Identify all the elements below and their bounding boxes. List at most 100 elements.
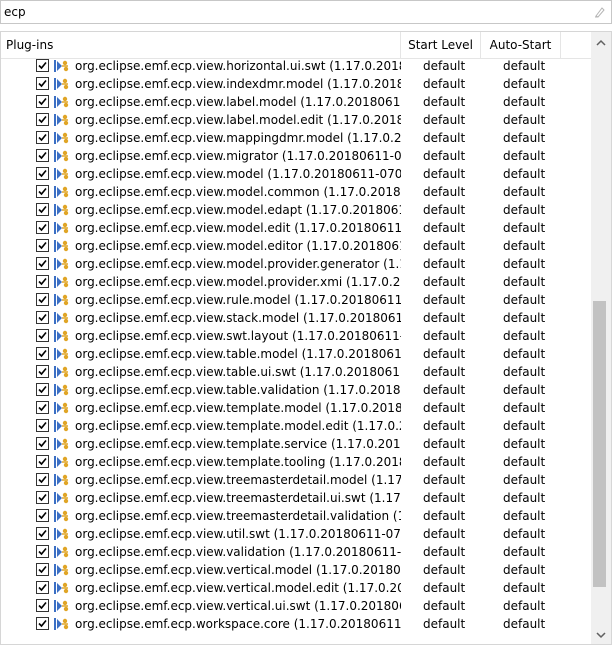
auto-start-value[interactable]: default (503, 597, 545, 615)
plugin-checkbox[interactable] (36, 419, 49, 432)
table-row[interactable]: org.eclipse.emf.ecp.view.table.model (1.… (1, 345, 591, 363)
start-level-value[interactable]: default (423, 435, 465, 453)
plugin-checkbox[interactable] (36, 401, 49, 414)
start-level-value[interactable]: default (423, 237, 465, 255)
start-level-value[interactable]: default (423, 453, 465, 471)
auto-start-value[interactable]: default (503, 381, 545, 399)
plugin-checkbox[interactable] (36, 311, 49, 324)
start-level-value[interactable]: default (423, 273, 465, 291)
plugin-checkbox[interactable] (36, 221, 49, 234)
table-row[interactable]: org.eclipse.emf.ecp.view.model.edit (1.1… (1, 219, 591, 237)
auto-start-value[interactable]: default (503, 201, 545, 219)
start-level-value[interactable]: default (423, 399, 465, 417)
table-row[interactable]: org.eclipse.emf.ecp.view.swt.layout (1.1… (1, 327, 591, 345)
auto-start-value[interactable]: default (503, 471, 545, 489)
start-level-value[interactable]: default (423, 201, 465, 219)
auto-start-value[interactable]: default (503, 75, 545, 93)
auto-start-value[interactable]: default (503, 417, 545, 435)
auto-start-value[interactable]: default (503, 579, 545, 597)
column-header-auto-start[interactable]: Auto-Start (481, 32, 561, 58)
column-header-plugins[interactable]: Plug-ins (1, 32, 401, 58)
table-row[interactable]: org.eclipse.emf.ecp.view.rule.model (1.1… (1, 291, 591, 309)
auto-start-value[interactable]: default (503, 489, 545, 507)
auto-start-value[interactable]: default (503, 237, 545, 255)
start-level-value[interactable]: default (423, 507, 465, 525)
plugin-checkbox[interactable] (36, 383, 49, 396)
auto-start-value[interactable]: default (503, 525, 545, 543)
auto-start-value[interactable]: default (503, 273, 545, 291)
auto-start-value[interactable]: default (503, 615, 545, 633)
plugin-checkbox[interactable] (36, 329, 49, 342)
auto-start-value[interactable]: default (503, 147, 545, 165)
start-level-value[interactable]: default (423, 561, 465, 579)
table-row[interactable]: org.eclipse.emf.ecp.view.horizontal.ui.s… (1, 57, 591, 75)
start-level-value[interactable]: default (423, 309, 465, 327)
start-level-value[interactable]: default (423, 327, 465, 345)
start-level-value[interactable]: default (423, 543, 465, 561)
table-row[interactable]: org.eclipse.emf.ecp.view.validation (1.1… (1, 543, 591, 561)
plugin-checkbox[interactable] (36, 77, 49, 90)
plugin-checkbox[interactable] (36, 473, 49, 486)
auto-start-value[interactable]: default (503, 309, 545, 327)
start-level-value[interactable]: default (423, 75, 465, 93)
auto-start-value[interactable]: default (503, 255, 545, 273)
table-row[interactable]: org.eclipse.emf.ecp.view.template.model.… (1, 417, 591, 435)
table-row[interactable]: org.eclipse.emf.ecp.view.template.toolin… (1, 453, 591, 471)
table-row[interactable]: org.eclipse.emf.ecp.view.label.model (1.… (1, 93, 591, 111)
table-row[interactable]: org.eclipse.emf.ecp.view.migrator (1.17.… (1, 147, 591, 165)
auto-start-value[interactable]: default (503, 435, 545, 453)
auto-start-value[interactable]: default (503, 219, 545, 237)
start-level-value[interactable]: default (423, 111, 465, 129)
plugin-checkbox[interactable] (36, 563, 49, 576)
auto-start-value[interactable]: default (503, 561, 545, 579)
table-row[interactable]: org.eclipse.emf.ecp.view.model.common (1… (1, 183, 591, 201)
plugin-checkbox[interactable] (36, 437, 49, 450)
plugin-checkbox[interactable] (36, 59, 49, 72)
table-row[interactable]: org.eclipse.emf.ecp.view.model.provider.… (1, 255, 591, 273)
table-row[interactable]: org.eclipse.emf.ecp.view.treemasterdetai… (1, 471, 591, 489)
table-row[interactable]: org.eclipse.emf.ecp.view.label.model.edi… (1, 111, 591, 129)
start-level-value[interactable]: default (423, 291, 465, 309)
plugin-checkbox[interactable] (36, 95, 49, 108)
start-level-value[interactable]: default (423, 93, 465, 111)
auto-start-value[interactable]: default (503, 327, 545, 345)
start-level-value[interactable]: default (423, 147, 465, 165)
table-row[interactable]: org.eclipse.emf.ecp.view.template.servic… (1, 435, 591, 453)
auto-start-value[interactable]: default (503, 93, 545, 111)
start-level-value[interactable]: default (423, 381, 465, 399)
table-row[interactable]: org.eclipse.emf.ecp.view.model.provider.… (1, 273, 591, 291)
auto-start-value[interactable]: default (503, 165, 545, 183)
table-row[interactable]: org.eclipse.emf.ecp.view.treemasterdetai… (1, 507, 591, 525)
vertical-scrollbar[interactable] (591, 32, 611, 644)
table-row[interactable]: org.eclipse.emf.ecp.view.table.ui.swt (1… (1, 363, 591, 381)
start-level-value[interactable]: default (423, 57, 465, 75)
scroll-down-arrow-icon[interactable] (595, 629, 607, 639)
table-row[interactable]: org.eclipse.emf.ecp.view.indexdmr.model … (1, 75, 591, 93)
table-row[interactable]: org.eclipse.emf.ecp.view.vertical.model … (1, 561, 591, 579)
auto-start-value[interactable]: default (503, 507, 545, 525)
plugin-checkbox[interactable] (36, 545, 49, 558)
start-level-value[interactable]: default (423, 615, 465, 633)
plugin-checkbox[interactable] (36, 257, 49, 270)
auto-start-value[interactable]: default (503, 363, 545, 381)
plugin-checkbox[interactable] (36, 131, 49, 144)
auto-start-value[interactable]: default (503, 111, 545, 129)
auto-start-value[interactable]: default (503, 57, 545, 75)
plugin-checkbox[interactable] (36, 185, 49, 198)
plugin-checkbox[interactable] (36, 149, 49, 162)
auto-start-value[interactable]: default (503, 183, 545, 201)
start-level-value[interactable]: default (423, 597, 465, 615)
start-level-value[interactable]: default (423, 345, 465, 363)
table-row[interactable]: org.eclipse.emf.ecp.view.model.editor (1… (1, 237, 591, 255)
plugin-checkbox[interactable] (36, 239, 49, 252)
plugin-checkbox[interactable] (36, 293, 49, 306)
start-level-value[interactable]: default (423, 165, 465, 183)
filter-input[interactable] (3, 4, 584, 20)
table-row[interactable]: org.eclipse.emf.ecp.view.template.model … (1, 399, 591, 417)
auto-start-value[interactable]: default (503, 453, 545, 471)
table-row[interactable]: org.eclipse.emf.ecp.view.vertical.model.… (1, 579, 591, 597)
auto-start-value[interactable]: default (503, 399, 545, 417)
start-level-value[interactable]: default (423, 219, 465, 237)
auto-start-value[interactable]: default (503, 345, 545, 363)
scrollbar-thumb[interactable] (593, 301, 606, 587)
